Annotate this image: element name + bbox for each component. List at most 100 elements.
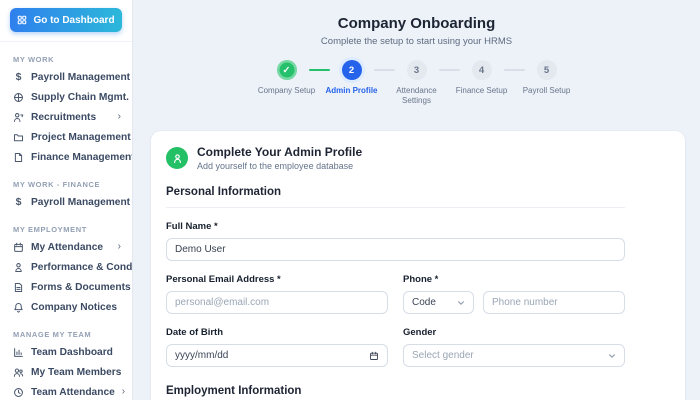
sidebar-item-label: Forms & Documents — [31, 282, 131, 293]
main-content: Company Onboarding Complete the setup to… — [133, 0, 700, 400]
step-label: Finance Setup — [449, 86, 515, 96]
check-icon: ✓ — [277, 60, 297, 80]
sidebar-item-project-management[interactable]: Project Management › — [0, 127, 132, 147]
profile-header: Complete Your Admin Profile Add yourself… — [166, 145, 625, 171]
step-label: Company Setup — [254, 86, 320, 96]
avatar — [166, 147, 188, 169]
sidebar-item-label: Recruitments — [31, 112, 96, 123]
sidebar-item-label: Performance & Conduct — [31, 262, 133, 273]
dob-field[interactable]: yyyy/mm/dd — [166, 344, 388, 367]
chevron-right-icon: › — [118, 112, 121, 122]
dashboard-grid-icon — [17, 15, 27, 25]
sidebar-item-supply-chain[interactable]: Supply Chain Mgmt. › — [0, 87, 132, 107]
sidebar-item-label: My Team Members — [31, 367, 121, 378]
bell-icon — [13, 302, 24, 313]
full-name-label: Full Name * — [166, 221, 625, 232]
sidebar-item-payroll-management-finance[interactable]: $ Payroll Management › — [0, 192, 132, 212]
step-attendance-settings[interactable]: 3 Attendance Settings — [395, 60, 439, 107]
sidebar-item-label: Company Notices — [31, 302, 117, 313]
sidebar-header: Go to Dashboard — [0, 0, 132, 42]
sidebar-item-label: Payroll Management — [31, 72, 130, 83]
person-icon — [13, 112, 24, 123]
step-payroll-setup[interactable]: 5 Payroll Setup — [525, 60, 569, 96]
step-admin-profile[interactable]: 2 Admin Profile — [330, 60, 374, 96]
chevron-right-icon: › — [122, 387, 125, 397]
dob-label: Date of Birth — [166, 327, 388, 338]
sidebar-item-my-team-members[interactable]: My Team Members › — [0, 362, 132, 382]
page-subtitle: Complete the setup to start using your H… — [133, 36, 700, 47]
phone-code-select[interactable]: Code — [403, 291, 474, 314]
step-company-setup[interactable]: ✓ Company Setup — [265, 60, 309, 96]
form-subtitle: Add yourself to the employee database — [197, 161, 362, 171]
phone-number-field[interactable] — [483, 291, 625, 314]
sidebar-item-performance-conduct[interactable]: Performance & Conduct › — [0, 257, 132, 277]
gender-label: Gender — [403, 327, 625, 338]
people-icon — [13, 367, 24, 378]
gender-placeholder: Select gender — [412, 350, 474, 361]
sidebar-item-company-notices[interactable]: Company Notices › — [0, 297, 132, 317]
clock-icon — [13, 387, 24, 398]
sidebar-item-label: My Attendance — [31, 242, 103, 253]
chevron-right-icon: › — [118, 242, 121, 252]
folder-icon — [13, 132, 24, 143]
section-title-manage-my-team: MANAGE MY TEAM — [13, 330, 120, 339]
page-header: Company Onboarding Complete the setup to… — [133, 0, 700, 47]
sidebar-item-team-attendance[interactable]: Team Attendance › — [0, 382, 132, 400]
profile-header-text: Complete Your Admin Profile Add yourself… — [197, 145, 362, 171]
step-label: Attendance Settings — [384, 86, 450, 107]
step-connector — [504, 69, 525, 71]
document-icon — [13, 152, 24, 163]
sidebar-item-forms-documents[interactable]: Forms & Documents › — [0, 277, 132, 297]
go-to-dashboard-label: Go to Dashboard — [33, 15, 114, 26]
app-window: Go to Dashboard MY WORK $ Payroll Manage… — [0, 0, 700, 400]
sidebar: Go to Dashboard MY WORK $ Payroll Manage… — [0, 0, 133, 400]
email-field[interactable] — [166, 291, 388, 314]
admin-profile-card: Complete Your Admin Profile Add yourself… — [151, 131, 685, 400]
page-title: Company Onboarding — [133, 15, 700, 32]
phone-code-value: Code — [412, 297, 436, 308]
sidebar-item-my-attendance[interactable]: My Attendance › — [0, 237, 132, 257]
sidebar-item-label: Team Dashboard — [31, 347, 113, 358]
step-finance-setup[interactable]: 4 Finance Setup — [460, 60, 504, 96]
section-title-my-work: MY WORK — [13, 55, 120, 64]
calendar-icon — [369, 351, 379, 361]
onboarding-stepper: ✓ Company Setup 2 Admin Profile 3 Attend… — [133, 60, 700, 107]
chevron-down-icon — [457, 299, 465, 307]
calendar-icon — [13, 242, 24, 253]
sidebar-item-label: Supply Chain Mgmt. — [31, 92, 129, 103]
sidebar-item-label: Finance Management — [31, 152, 133, 163]
step-connector — [374, 69, 395, 71]
section-title-my-employment: MY EMPLOYMENT — [13, 225, 120, 234]
sidebar-item-recruitments[interactable]: Recruitments › — [0, 107, 132, 127]
gender-select[interactable]: Select gender — [403, 344, 625, 367]
person-icon — [172, 153, 183, 164]
email-label: Personal Email Address * — [166, 274, 388, 285]
sidebar-item-team-dashboard[interactable]: Team Dashboard › — [0, 342, 132, 362]
person-badge-icon — [13, 262, 24, 273]
section-title-my-work-finance: MY WORK - FINANCE — [13, 180, 120, 189]
personal-information-heading: Personal Information — [166, 186, 625, 208]
sidebar-item-payroll-management[interactable]: $ Payroll Management › — [0, 67, 132, 87]
form-title: Complete Your Admin Profile — [197, 145, 362, 159]
sidebar-item-label: Team Attendance — [31, 387, 115, 398]
dollar-icon: $ — [13, 197, 24, 208]
step-connector — [309, 69, 330, 71]
employment-information-heading: Employment Information — [166, 385, 625, 400]
step-number: 3 — [407, 60, 427, 80]
chevron-down-icon — [608, 352, 616, 360]
file-lines-icon — [13, 282, 24, 293]
step-label: Payroll Setup — [514, 86, 580, 96]
bar-chart-icon — [13, 347, 24, 358]
step-number: 5 — [537, 60, 557, 80]
sidebar-item-label: Project Management — [31, 132, 131, 143]
sidebar-item-finance-management[interactable]: Finance Management › — [0, 147, 132, 167]
dob-placeholder: yyyy/mm/dd — [175, 350, 228, 361]
go-to-dashboard-button[interactable]: Go to Dashboard — [10, 8, 122, 32]
full-name-field[interactable] — [166, 238, 625, 261]
step-label: Admin Profile — [319, 86, 385, 96]
step-number: 4 — [472, 60, 492, 80]
dollar-icon: $ — [13, 72, 24, 83]
phone-label: Phone * — [403, 274, 625, 285]
step-connector — [439, 69, 460, 71]
sidebar-item-label: Payroll Management — [31, 197, 130, 208]
